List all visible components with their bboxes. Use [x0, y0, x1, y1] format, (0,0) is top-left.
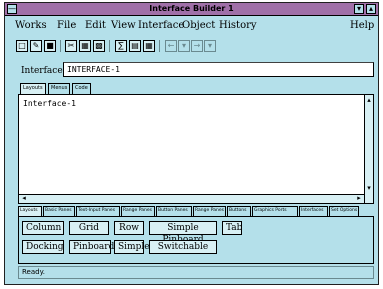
- grid-icon[interactable]: ▦: [143, 40, 155, 52]
- run-icon[interactable]: ▤: [129, 40, 141, 52]
- scroll-up-icon[interactable]: ▴: [365, 97, 373, 104]
- menu-view[interactable]: View: [111, 20, 136, 31]
- menu-help[interactable]: Help: [350, 20, 374, 31]
- pinboard-button[interactable]: Pinboard: [69, 240, 114, 254]
- maximize-icon[interactable]: ▴: [366, 4, 376, 14]
- menu-object[interactable]: Object: [182, 20, 215, 31]
- palette-tab-text-input-panes[interactable]: Text-Input Panes: [76, 206, 120, 216]
- menu-works[interactable]: Works: [15, 20, 47, 31]
- interface-label: Interface:: [21, 66, 66, 76]
- menu-edit[interactable]: Edit: [85, 20, 106, 31]
- switchable-button[interactable]: Switchable: [149, 240, 217, 254]
- simple-pinboard-button[interactable]: Simple Pinboard: [149, 221, 217, 245]
- back-icon[interactable]: ←: [165, 40, 177, 52]
- interface-input[interactable]: INTERFACE-1: [63, 62, 374, 77]
- palette-tab-basic-panes[interactable]: Basic Panes: [43, 206, 75, 216]
- docking-button[interactable]: Docking: [22, 240, 64, 254]
- tab-menus[interactable]: Menus: [48, 83, 71, 94]
- palette-tab-button-panes[interactable]: Button Panes: [156, 206, 192, 216]
- minimize-icon[interactable]: ▾: [354, 4, 364, 14]
- scroll-down-icon[interactable]: ▾: [365, 185, 373, 192]
- toolbar-separator: [60, 40, 61, 52]
- scroll-left-icon[interactable]: ◂: [20, 195, 28, 202]
- toolbar-separator: [109, 40, 110, 52]
- copy-icon[interactable]: ▦: [79, 40, 91, 52]
- title-bar[interactable]: — Interface Builder 1 ▾ ▴: [5, 3, 378, 16]
- layout-text-area[interactable]: Interface-1 ▴ ▾ ◂ ▸: [18, 94, 374, 204]
- new-icon[interactable]: □: [16, 40, 28, 52]
- column-button[interactable]: Column: [22, 221, 64, 235]
- palette-tab-buttons[interactable]: Buttons: [227, 206, 251, 216]
- menu-interface[interactable]: Interface: [138, 20, 184, 31]
- toolbar: □ ✎ ■ ✂ ▦ ▩ ∑ ▤ ▦ ← ▾ → ▾: [5, 36, 378, 56]
- status-bar: Ready.: [18, 266, 374, 279]
- tab-button[interactable]: Tab: [222, 221, 242, 235]
- palette-tab-range-panes[interactable]: Range Panes: [121, 206, 155, 216]
- palette-tabs: Layouts Basic Panes Text-Input Panes Ran…: [18, 206, 374, 216]
- palette-tab-graphics-ports[interactable]: Graphics Ports: [252, 206, 298, 216]
- menu-history[interactable]: History: [219, 20, 257, 31]
- palette-tab-layouts[interactable]: Layouts: [18, 206, 42, 216]
- build-icon[interactable]: ∑: [115, 40, 127, 52]
- paste-icon[interactable]: ▩: [93, 40, 105, 52]
- vertical-scrollbar[interactable]: ▴ ▾: [364, 95, 373, 203]
- simple-button[interactable]: Simple: [114, 240, 150, 254]
- menu-file[interactable]: File: [57, 20, 76, 31]
- forward-icon[interactable]: →: [191, 40, 203, 52]
- toolbar-separator: [159, 40, 160, 52]
- tab-code[interactable]: Code: [72, 83, 91, 94]
- palette-tab-set-options[interactable]: Set Options: [329, 206, 359, 216]
- back-dropdown-icon[interactable]: ▾: [178, 40, 190, 52]
- palette-tab-range-panes-2[interactable]: Range Panes: [193, 206, 226, 216]
- horizontal-scrollbar[interactable]: ◂ ▸: [19, 194, 364, 203]
- palette-tab-interfaces[interactable]: Interfaces: [299, 206, 328, 216]
- menu-bar: Works File Edit View Interface Object Hi…: [5, 17, 378, 34]
- grid-button[interactable]: Grid: [69, 221, 109, 235]
- layout-palette: Column Grid Row Simple Pinboard Tab Dock…: [18, 216, 374, 264]
- forward-dropdown-icon[interactable]: ▾: [204, 40, 216, 52]
- save-icon[interactable]: ■: [44, 40, 56, 52]
- window-title: Interface Builder 1: [149, 4, 234, 13]
- text-content: Interface-1: [23, 99, 76, 108]
- row-button[interactable]: Row: [114, 221, 144, 235]
- scroll-right-icon[interactable]: ▸: [355, 195, 363, 202]
- interface-builder-window: — Interface Builder 1 ▾ ▴ Works File Edi…: [4, 2, 379, 285]
- tab-layouts[interactable]: Layouts: [20, 83, 46, 94]
- open-icon[interactable]: ✎: [30, 40, 42, 52]
- cut-icon[interactable]: ✂: [65, 40, 77, 52]
